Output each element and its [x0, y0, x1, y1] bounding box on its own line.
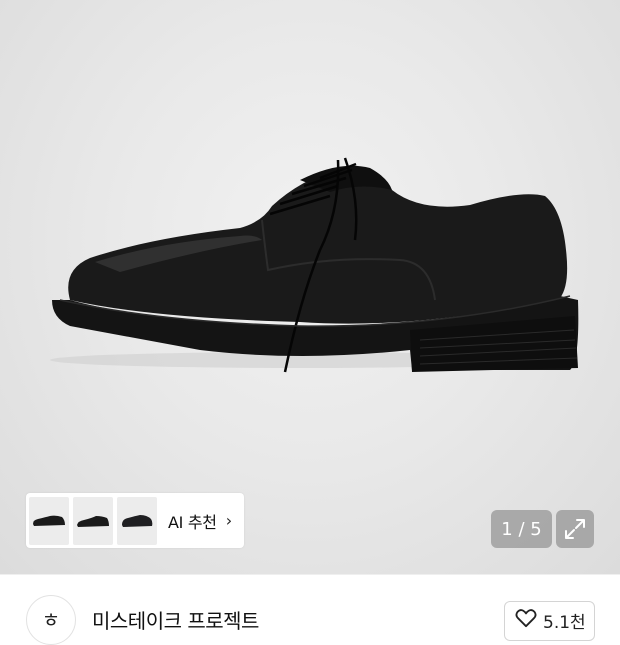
image-counter: 1 / 5 — [491, 510, 552, 548]
shoe-thumb-icon — [33, 515, 65, 526]
expand-button[interactable] — [556, 510, 594, 548]
product-photo-shoe — [50, 157, 579, 373]
ai-recommend-label: AI 추천 — [168, 512, 217, 532]
chevron-right-icon: › — [225, 511, 232, 530]
shoe-thumb-icon — [122, 514, 153, 527]
expand-icon — [565, 519, 585, 539]
thumbnail-2[interactable] — [73, 496, 113, 545]
heart-icon — [515, 609, 537, 628]
like-button[interactable]: 5.1천 — [504, 601, 595, 641]
product-image[interactable]: AI 추천 › 1 / 5 — [0, 0, 620, 574]
thumbnail-1[interactable] — [29, 496, 69, 545]
like-count: 5.1천 — [543, 613, 586, 633]
brand-bar: ㅎ 미스테이크 프로젝트 5.1천 — [0, 574, 620, 645]
thumbnail-3[interactable] — [117, 496, 157, 545]
brand-logo[interactable]: ㅎ — [26, 595, 76, 645]
thumbnail-strip: AI 추천 › — [26, 493, 244, 548]
shoe-thumb-icon — [77, 515, 109, 527]
ai-recommend-link[interactable]: AI 추천 › — [168, 509, 232, 533]
